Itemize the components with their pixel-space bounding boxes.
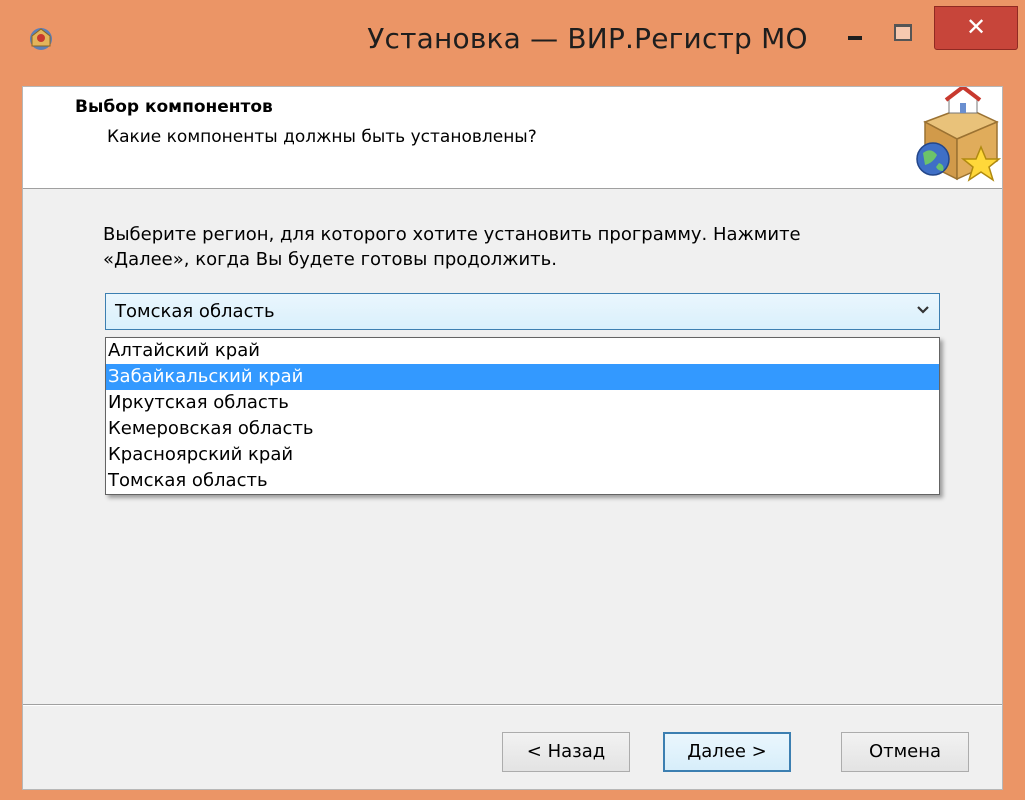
close-icon: ✕: [965, 13, 987, 41]
region-option[interactable]: Томская область: [106, 468, 939, 494]
wizard-header: Выбор компонентов Какие компоненты должн…: [23, 87, 1002, 189]
installer-window: Установка — ВИР.Регистр МО ✕ Выбор компо…: [0, 0, 1025, 800]
region-select[interactable]: Томская область: [105, 293, 940, 330]
region-option[interactable]: Кемеровская область: [106, 416, 939, 442]
back-button[interactable]: < Назад: [502, 732, 630, 772]
instructions-text: Выберите регион, для которого хотите уст…: [103, 224, 801, 270]
region-option[interactable]: Красноярский край: [106, 442, 939, 468]
cancel-button[interactable]: Отмена: [841, 732, 969, 772]
close-button[interactable]: ✕: [934, 6, 1018, 50]
maximize-button[interactable]: [882, 12, 922, 52]
chevron-down-icon[interactable]: [913, 300, 933, 322]
region-option[interactable]: Иркутская область: [106, 390, 939, 416]
region-option-highlighted[interactable]: Забайкальский край: [106, 364, 939, 390]
page-title: Выбор компонентов: [75, 97, 273, 117]
installer-box-icon: [916, 87, 1001, 182]
region-dropdown-list[interactable]: Алтайский край Забайкальский край Иркутс…: [105, 337, 940, 495]
title-bar[interactable]: Установка — ВИР.Регистр МО ✕: [0, 0, 1025, 86]
next-button[interactable]: Далее >: [663, 732, 791, 772]
wizard-body: Выбор компонентов Какие компоненты должн…: [22, 86, 1003, 790]
footer-divider: [23, 704, 1002, 706]
page-subtitle: Какие компоненты должны быть установлены…: [107, 127, 537, 147]
region-select-value: Томская область: [115, 301, 275, 322]
region-option[interactable]: Алтайский край: [106, 338, 939, 364]
minimize-button[interactable]: [835, 14, 875, 54]
